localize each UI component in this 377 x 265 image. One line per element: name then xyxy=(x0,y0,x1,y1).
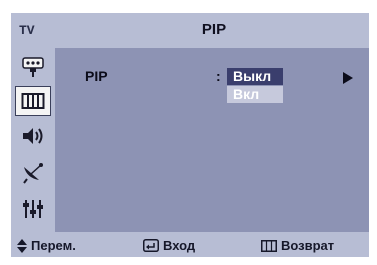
arrow-right-icon[interactable] xyxy=(343,72,353,84)
osd-menu: TV PIP PIP: Выкл Вкл Перем. Вход Возвра… xyxy=(11,13,369,257)
footer-move-hint: Перем. xyxy=(17,238,76,253)
return-label: Возврат xyxy=(281,238,335,253)
menu-sidebar xyxy=(11,48,55,232)
sidebar-item-input[interactable] xyxy=(15,52,51,82)
pip-label: PIP xyxy=(85,68,108,84)
menu-icon xyxy=(261,239,277,252)
menu-footer: Перем. Вход Возврат xyxy=(11,232,369,257)
up-down-arrow-icon xyxy=(17,238,27,253)
source-label: TV xyxy=(19,23,35,38)
menu-content: PIP : Выкл Вкл xyxy=(55,48,369,232)
sidebar-item-sound[interactable] xyxy=(15,121,51,151)
input-source-icon xyxy=(22,57,44,77)
sidebar-item-picture[interactable] xyxy=(15,86,51,116)
picture-icon xyxy=(21,93,45,109)
sidebar-item-setup[interactable] xyxy=(15,194,51,224)
move-label: Перем. xyxy=(31,238,76,253)
sound-icon xyxy=(23,128,43,144)
enter-label: Вход xyxy=(163,238,196,253)
pip-dropdown[interactable]: Выкл Вкл xyxy=(227,68,283,103)
row-separator: : xyxy=(216,68,221,84)
channel-icon xyxy=(23,163,43,184)
page-title: PIP xyxy=(201,21,227,38)
enter-icon xyxy=(143,239,159,252)
pip-option-on[interactable]: Вкл xyxy=(227,86,283,103)
footer-enter-hint: Вход xyxy=(143,238,195,253)
setup-icon xyxy=(23,200,43,218)
menu-header: TV PIP xyxy=(11,13,369,48)
footer-return-hint: Возврат xyxy=(261,238,334,253)
sidebar-item-channel[interactable] xyxy=(15,158,51,188)
pip-option-off[interactable]: Выкл xyxy=(227,68,283,85)
